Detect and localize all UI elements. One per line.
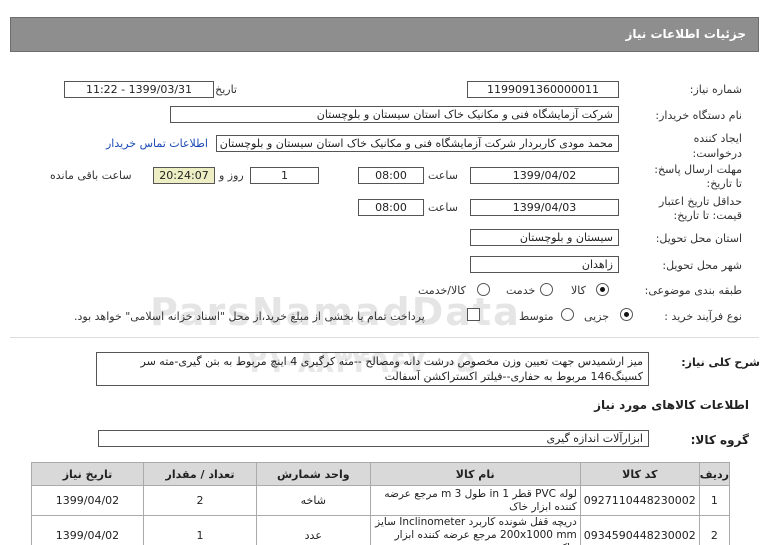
row-code: 0927110448230002: [579, 485, 700, 516]
row-unit: عدد: [255, 515, 371, 545]
need-number-label: شماره نیاز:: [689, 83, 742, 96]
col-name-header: نام کالا: [369, 462, 581, 486]
remaining-time-field: 20:24:07: [153, 167, 215, 184]
table-row: 2 0934590448230002 دریچه قفل شونده کاربر…: [31, 515, 730, 545]
validity-date-field: 1399/04/03: [470, 199, 619, 216]
col-qty-header: تعداد / مقدار: [142, 462, 257, 486]
page-title: جزئیات اطلاعات نیاز: [625, 27, 746, 41]
category-goods-service-label: کالا/خدمت: [418, 284, 466, 297]
deadline-date-field: 1399/04/02: [470, 167, 619, 184]
description-text: میز ارشمیدس جهت تعیین وزن مخصوص درشت دان…: [96, 352, 649, 386]
city-field: زاهدان: [470, 256, 619, 273]
category-service-label: خدمت: [506, 284, 536, 297]
row-code: 0934590448230002: [579, 515, 700, 545]
buyer-contact-link[interactable]: اطلاعات تماس خریدار: [106, 137, 208, 150]
description-label: شرح کلی نیاز:: [681, 356, 760, 369]
process-partial-label: جزیی: [584, 310, 610, 323]
process-medium-radio[interactable]: [561, 308, 574, 321]
days-label: روز و: [219, 169, 244, 182]
need-number-field: 1199091360000011: [467, 81, 619, 98]
category-goods-label: کالا: [571, 284, 586, 297]
row-index: 1: [698, 485, 730, 516]
announce-field: 1399/03/31 - 11:22: [64, 81, 214, 98]
city-label: شهر محل تحویل:: [662, 259, 742, 272]
col-code-header: کد کالا: [579, 462, 700, 486]
row-date: 1399/04/02: [31, 485, 144, 516]
category-goods-radio[interactable]: [596, 283, 609, 296]
creator-label: ایجاد کننده درخواست:: [692, 132, 742, 160]
row-index: 2: [698, 515, 730, 545]
validity-time-label: ساعت: [428, 201, 458, 214]
remaining-label: ساعت باقی مانده: [50, 169, 132, 182]
creator-field: محمد مودی کاربردار شرکت آزمایشگاه فنی و …: [216, 135, 619, 152]
validity-label: حداقل تاریخ اعتبار قیمت: تا تاریخ:: [658, 195, 742, 222]
col-date-header: تاریخ نیاز: [31, 462, 144, 486]
deadline-label: مهلت ارسال پاسخ: تا تاریخ:: [654, 163, 742, 190]
goods-section-title: اطلاعات کالاهای مورد نیاز: [594, 398, 749, 412]
row-qty: 1: [142, 515, 257, 545]
row-qty: 2: [142, 485, 257, 516]
category-service-radio[interactable]: [540, 283, 553, 296]
goods-table: ردیف کد کالا نام کالا واحد شمارش تعداد /…: [31, 462, 730, 545]
province-label: استان محل تحویل:: [655, 232, 742, 245]
row-date: 1399/04/02: [31, 515, 144, 545]
category-label: طبقه بندی موضوعی:: [644, 284, 742, 297]
goods-group-label: گروه کالا:: [690, 433, 749, 447]
page-header: جزئیات اطلاعات نیاز: [10, 17, 759, 52]
buyer-label: نام دستگاه خریدار:: [655, 109, 742, 122]
row-unit: شاخه: [255, 485, 371, 516]
buyer-field: شرکت آزمایشگاه فنی و مکانیک خاک استان سی…: [170, 106, 619, 123]
deadline-time-label: ساعت: [428, 169, 458, 182]
deadline-time-field: 08:00: [358, 167, 424, 184]
table-header-row: ردیف کد کالا نام کالا واحد شمارش تعداد /…: [31, 462, 730, 486]
category-goods-service-radio[interactable]: [477, 283, 490, 296]
process-medium-label: متوسط: [519, 310, 554, 323]
row-name: دریچه قفل شونده کاربرد Inclinometer سایز…: [369, 515, 581, 545]
divider: [10, 337, 759, 338]
treasury-payment-note: پرداخت تمام یا بخشی از مبلغ خرید،از محل …: [74, 310, 425, 323]
row-name: لوله PVC قطر in 1 طول m 3 مرجع عرضه کنند…: [369, 485, 581, 516]
province-field: سیستان و بلوچستان: [470, 229, 619, 246]
col-unit-header: واحد شمارش: [255, 462, 371, 486]
table-row: 1 0927110448230002 لوله PVC قطر in 1 طول…: [31, 485, 730, 516]
validity-time-field: 08:00: [358, 199, 424, 216]
col-index-header: ردیف: [698, 462, 730, 486]
goods-group-field: ابزارآلات اندازه گیری: [98, 430, 649, 447]
days-field: 1: [250, 167, 319, 184]
process-partial-radio[interactable]: [620, 308, 633, 321]
process-label: نوع فرآیند خرید :: [664, 310, 742, 323]
treasury-payment-checkbox[interactable]: [467, 308, 480, 321]
